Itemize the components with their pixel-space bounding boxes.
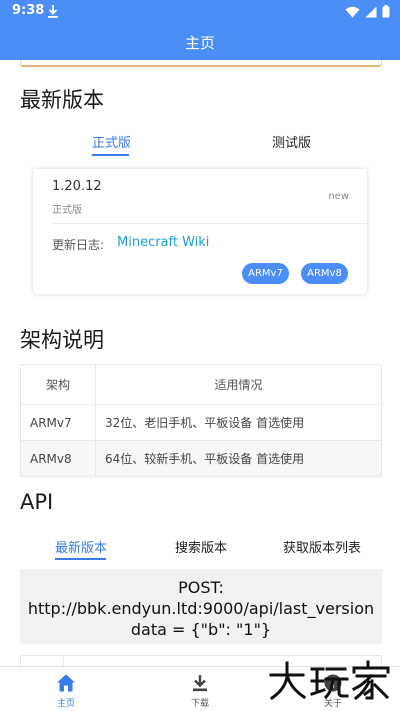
wifi-icon [345,6,360,17]
table-row: ARMv8 64位、较新手机、平板设备 首选使用 [20,440,382,477]
release-tabs: 正式版 测试版 [20,132,380,162]
previous-card-edge [20,60,382,67]
nav-home-label: 主页 [56,699,75,709]
usage-cell: 64位、较新手机、平板设备 首选使用 [95,440,382,477]
table-row: ARMv7 32位、老旧手机、平板设备 首选使用 [20,404,382,441]
arch-cell: ARMv8 [20,440,96,477]
table-header-row: 架构 适用情况 [20,364,382,405]
api-request-box: POST: http://bbk.endyun.ltd:9000/api/las… [20,569,382,644]
status-icons [345,5,390,18]
tab-api-latest-underline [55,558,106,560]
home-icon [57,674,75,692]
armv8-download-button[interactable]: ARMv8 [301,263,348,284]
tab-stable[interactable]: 正式版 [92,132,131,151]
api-method: POST: [178,578,224,597]
tab-beta[interactable]: 测试版 [272,132,311,151]
arch-cell: ARMv7 [20,404,96,441]
tab-stable-underline [92,154,129,156]
api-url: http://bbk.endyun.ltd:9000/api/last_vers… [27,599,375,618]
version-number: 1.20.12 [52,179,102,194]
arch-column-header: 架构 [20,364,96,405]
changelog-link[interactable]: Minecraft Wiki [117,235,209,250]
arch-section-title: 架构说明 [20,328,104,352]
status-time: 9:38 [12,3,45,18]
changelog-label: 更新日志: [52,238,105,252]
api-tabs: 最新版本 搜索版本 获取版本列表 [20,537,380,567]
download-icon [193,675,207,692]
armv7-download-button[interactable]: ARMv7 [242,263,289,284]
tab-api-list[interactable]: 获取版本列表 [283,537,361,556]
usage-cell: 32位、老旧手机、平板设备 首选使用 [95,404,382,441]
nav-download[interactable]: 下载 [160,667,240,711]
signal-icon [365,6,377,17]
download-notification-icon [48,5,58,18]
battery-icon [382,5,390,18]
version-card: 1.20.12 正式版 new 更新日志: Minecraft Wiki ARM… [33,169,367,294]
app-bar: 主页 [0,24,400,60]
status-bar: 9:38 [0,0,400,24]
tab-api-search[interactable]: 搜索版本 [175,537,227,556]
tab-api-latest[interactable]: 最新版本 [55,537,107,556]
app-title: 主页 [184,34,215,52]
nav-home[interactable]: 主页 [26,667,106,711]
latest-version-title: 最新版本 [20,88,104,112]
watermark-logo [269,660,390,701]
arch-table: 架构 适用情况 ARMv7 32位、老旧手机、平板设备 首选使用 ARMv8 6… [20,364,382,477]
api-section-title: API [20,490,54,514]
card-divider [52,223,367,224]
new-badge: new [328,191,349,202]
api-body: data = {"b": "1"} [130,620,272,639]
nav-download-label: 下载 [190,699,209,709]
version-channel: 正式版 [52,205,82,216]
usage-column-header: 适用情况 [95,364,382,405]
